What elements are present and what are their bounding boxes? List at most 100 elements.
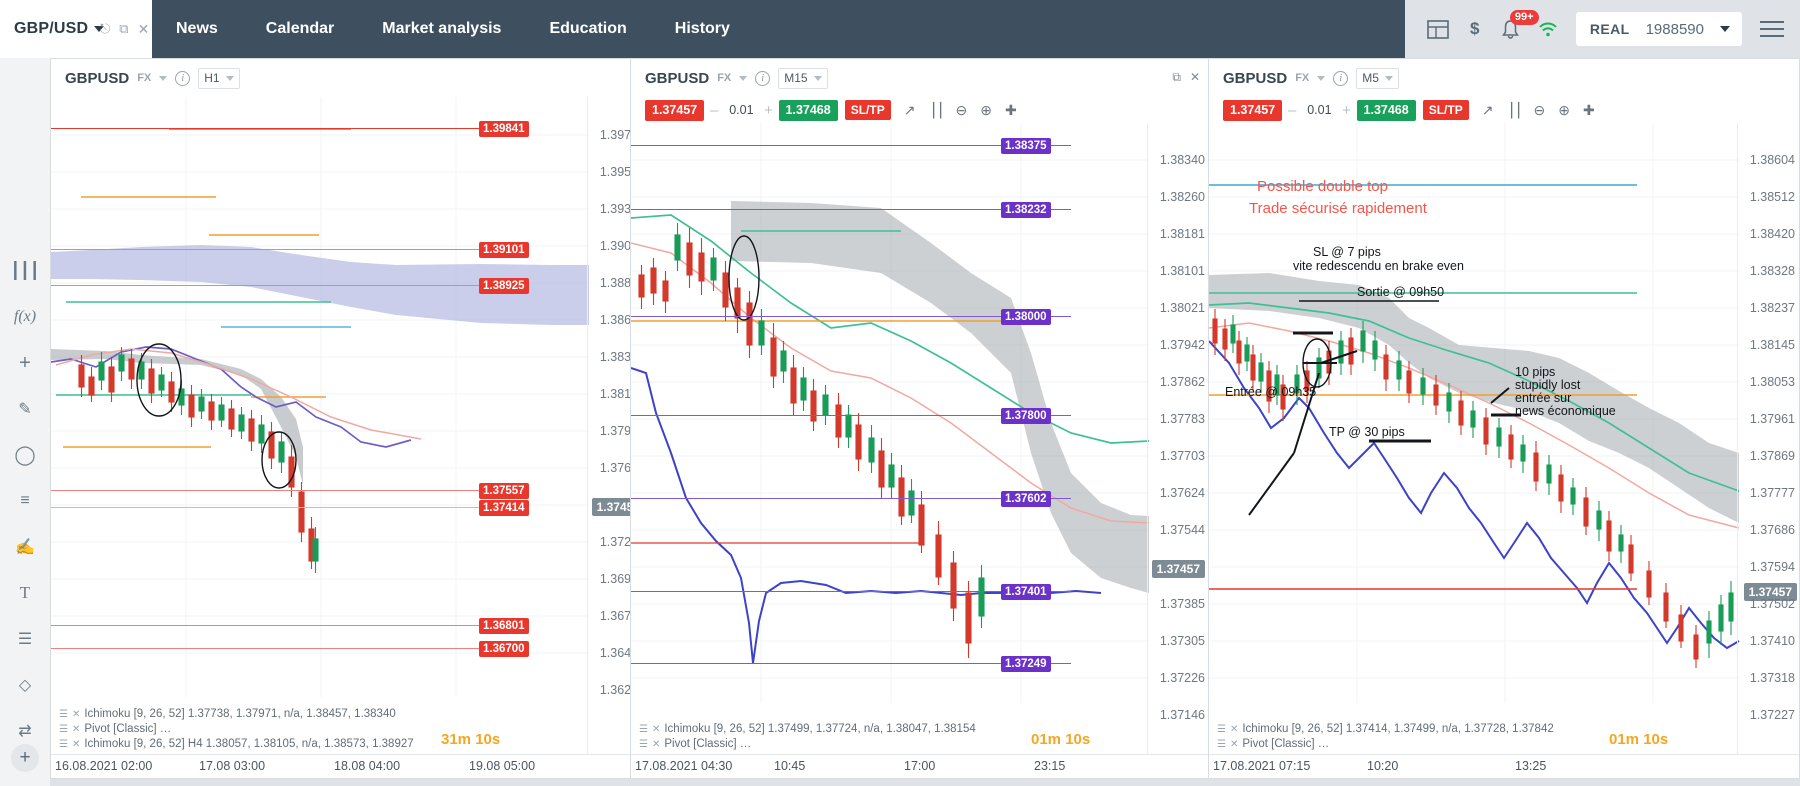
sell-button[interactable]: 1.37457 [645,99,705,121]
ellipse-icon[interactable]: ◯ [5,432,45,478]
indicator-icon[interactable]: ☰ [5,616,45,662]
dollar-icon[interactable]: $ [1467,19,1483,39]
zoom-out-icon[interactable]: ⊖ [1533,102,1545,119]
legend-settings-icon[interactable]: ☰ [639,722,648,737]
account-selector[interactable]: REAL 1988590 [1575,12,1742,46]
zoom-in-icon[interactable]: ⊕ [980,102,992,119]
zoom-out-icon[interactable]: ⊖ [955,102,967,119]
chart-plot-area[interactable]: Possible double top Trade sécurisé rapid… [1209,123,1799,778]
chevron-down-icon[interactable] [1720,26,1730,32]
decrease-volume-button[interactable]: – [704,102,724,119]
legend-remove-icon[interactable]: ✕ [1230,722,1238,737]
plus-icon[interactable]: + [5,340,45,386]
nav-item-calendar[interactable]: Calendar [242,0,358,58]
info-icon[interactable]: i [755,70,771,86]
time-axis[interactable]: 17.08.2021 04:30 10:45 17:00 23:15 [631,754,1209,778]
price-axis[interactable]: 1.38604 1.38512 1.38420 1.38328 1.38237 … [1737,123,1799,754]
price-level-label[interactable]: 1.37800 [1001,408,1051,424]
buy-button[interactable]: 1.37468 [778,99,838,121]
bars-icon[interactable]: ┃┃┃ [5,248,45,294]
notifications-bell[interactable]: 99+ [1501,9,1539,40]
pencil-icon[interactable]: ✎ [5,386,45,432]
price-level-label[interactable]: 1.39101 [479,242,529,258]
price-level-label[interactable]: 1.36700 [479,641,529,657]
legend-remove-icon[interactable]: ✕ [72,737,80,752]
line-chart-icon[interactable]: ↗ [1482,102,1494,119]
timeframe-selector[interactable]: H1 [198,67,240,89]
layers-icon[interactable]: ◇ [5,662,45,708]
legend-remove-icon[interactable]: ✕ [72,722,80,737]
price-level-label[interactable]: 1.37401 [1001,584,1051,600]
sltp-button[interactable]: SL/TP [1422,100,1469,120]
fib-icon[interactable]: ≡ [5,478,45,524]
timeframe-selector[interactable]: M15 [778,67,828,89]
legend-settings-icon[interactable]: ☰ [1217,737,1226,752]
sltp-button[interactable]: SL/TP [844,100,891,120]
price-tick: 1.37624 [1159,486,1205,500]
nav-item-education[interactable]: Education [525,0,650,58]
price-level-label[interactable]: 1.37249 [1001,656,1051,672]
nav-item-news[interactable]: News [152,0,242,58]
time-tick: 13:25 [1515,759,1547,773]
buy-button[interactable]: 1.37468 [1356,99,1416,121]
volume-input[interactable]: 0.01 [1302,103,1336,117]
price-level-label[interactable]: 1.38375 [1001,138,1051,154]
info-icon[interactable]: i [1333,70,1349,86]
restore-icon[interactable]: ⧉ [119,21,128,37]
legend-settings-icon[interactable]: ☰ [639,737,648,752]
nav-item-history[interactable]: History [651,0,754,58]
close-icon[interactable]: ✕ [138,21,150,38]
text-icon[interactable]: T [5,570,45,616]
price-axis[interactable]: 1.38340 1.38260 1.38181 1.38101 1.38021 … [1147,123,1209,754]
crosshair-icon[interactable]: ✚ [1005,102,1017,119]
info-icon[interactable]: i [175,70,191,86]
chevron-down-icon[interactable] [1317,75,1326,81]
layout-icon[interactable] [1426,19,1449,39]
legend-remove-icon[interactable]: ✕ [652,722,660,737]
legend-remove-icon[interactable]: ✕ [652,737,660,752]
popout-icon[interactable]: ⎋ [100,21,110,37]
candles-icon[interactable]: ⎟⎟ [928,102,942,119]
zoom-in-icon[interactable]: ⊕ [1558,102,1570,119]
nav-item-market-analysis[interactable]: Market analysis [358,0,525,58]
price-level-label[interactable]: 1.37414 [479,500,529,516]
add-tool-button[interactable]: + [11,744,39,772]
price-level-label[interactable]: 1.38232 [1001,202,1051,218]
legend-settings-icon[interactable]: ☰ [59,737,68,752]
candles-icon[interactable]: ⎟⎟ [1506,102,1520,119]
crosshair-icon[interactable]: ✚ [1583,102,1595,119]
price-level-label[interactable]: 1.39841 [479,121,529,137]
line-chart-icon[interactable]: ↗ [904,102,916,119]
legend-remove-icon[interactable]: ✕ [1230,737,1238,752]
price-tick: 1.38053 [1749,375,1795,389]
close-icon[interactable]: ✕ [1190,70,1200,85]
increase-volume-button[interactable]: + [759,102,779,119]
time-axis[interactable]: 16.08.2021 02:00 17.08 03:00 18.08 04:00… [51,754,649,778]
chart-plot-area[interactable]: 1.38375 1.38232 1.38000 1.37800 1.37602 … [631,123,1209,778]
decrease-volume-button[interactable]: – [1282,102,1302,119]
price-level-label[interactable]: 1.36801 [479,618,529,634]
chevron-down-icon[interactable] [159,75,168,81]
sell-button[interactable]: 1.37457 [1223,99,1283,121]
legend-settings-icon[interactable]: ☰ [59,722,68,737]
restore-icon[interactable]: ⧉ [1172,70,1181,85]
legend-text: Ichimoku [9, 26, 52] 1.37499, 1.37724, n… [664,723,976,735]
price-level-label[interactable]: 1.38925 [479,278,529,294]
price-tick: 1.38181 [1159,227,1205,241]
chart-plot-area[interactable]: 1.39841 1.39101 1.38925 1.37557 1.37414 … [51,97,649,778]
price-level-label[interactable]: 1.38000 [1001,309,1051,325]
volume-input[interactable]: 0.01 [724,103,758,117]
price-level-label[interactable]: 1.37602 [1001,491,1051,507]
legend-settings-icon[interactable]: ☰ [1217,722,1226,737]
brush-icon[interactable]: ✍ [5,524,45,570]
timeframe-selector[interactable]: M5 [1356,67,1399,89]
price-level-line [51,625,481,626]
function-icon[interactable]: f(x) [5,294,45,340]
hamburger-icon[interactable] [1760,16,1784,42]
legend-settings-icon[interactable]: ☰ [59,707,68,722]
chevron-down-icon[interactable] [739,75,748,81]
price-level-label[interactable]: 1.37557 [479,483,529,499]
time-axis[interactable]: 17.08.2021 07:15 10:20 13:25 [1209,754,1799,778]
increase-volume-button[interactable]: + [1337,102,1357,119]
legend-remove-icon[interactable]: ✕ [72,707,80,722]
